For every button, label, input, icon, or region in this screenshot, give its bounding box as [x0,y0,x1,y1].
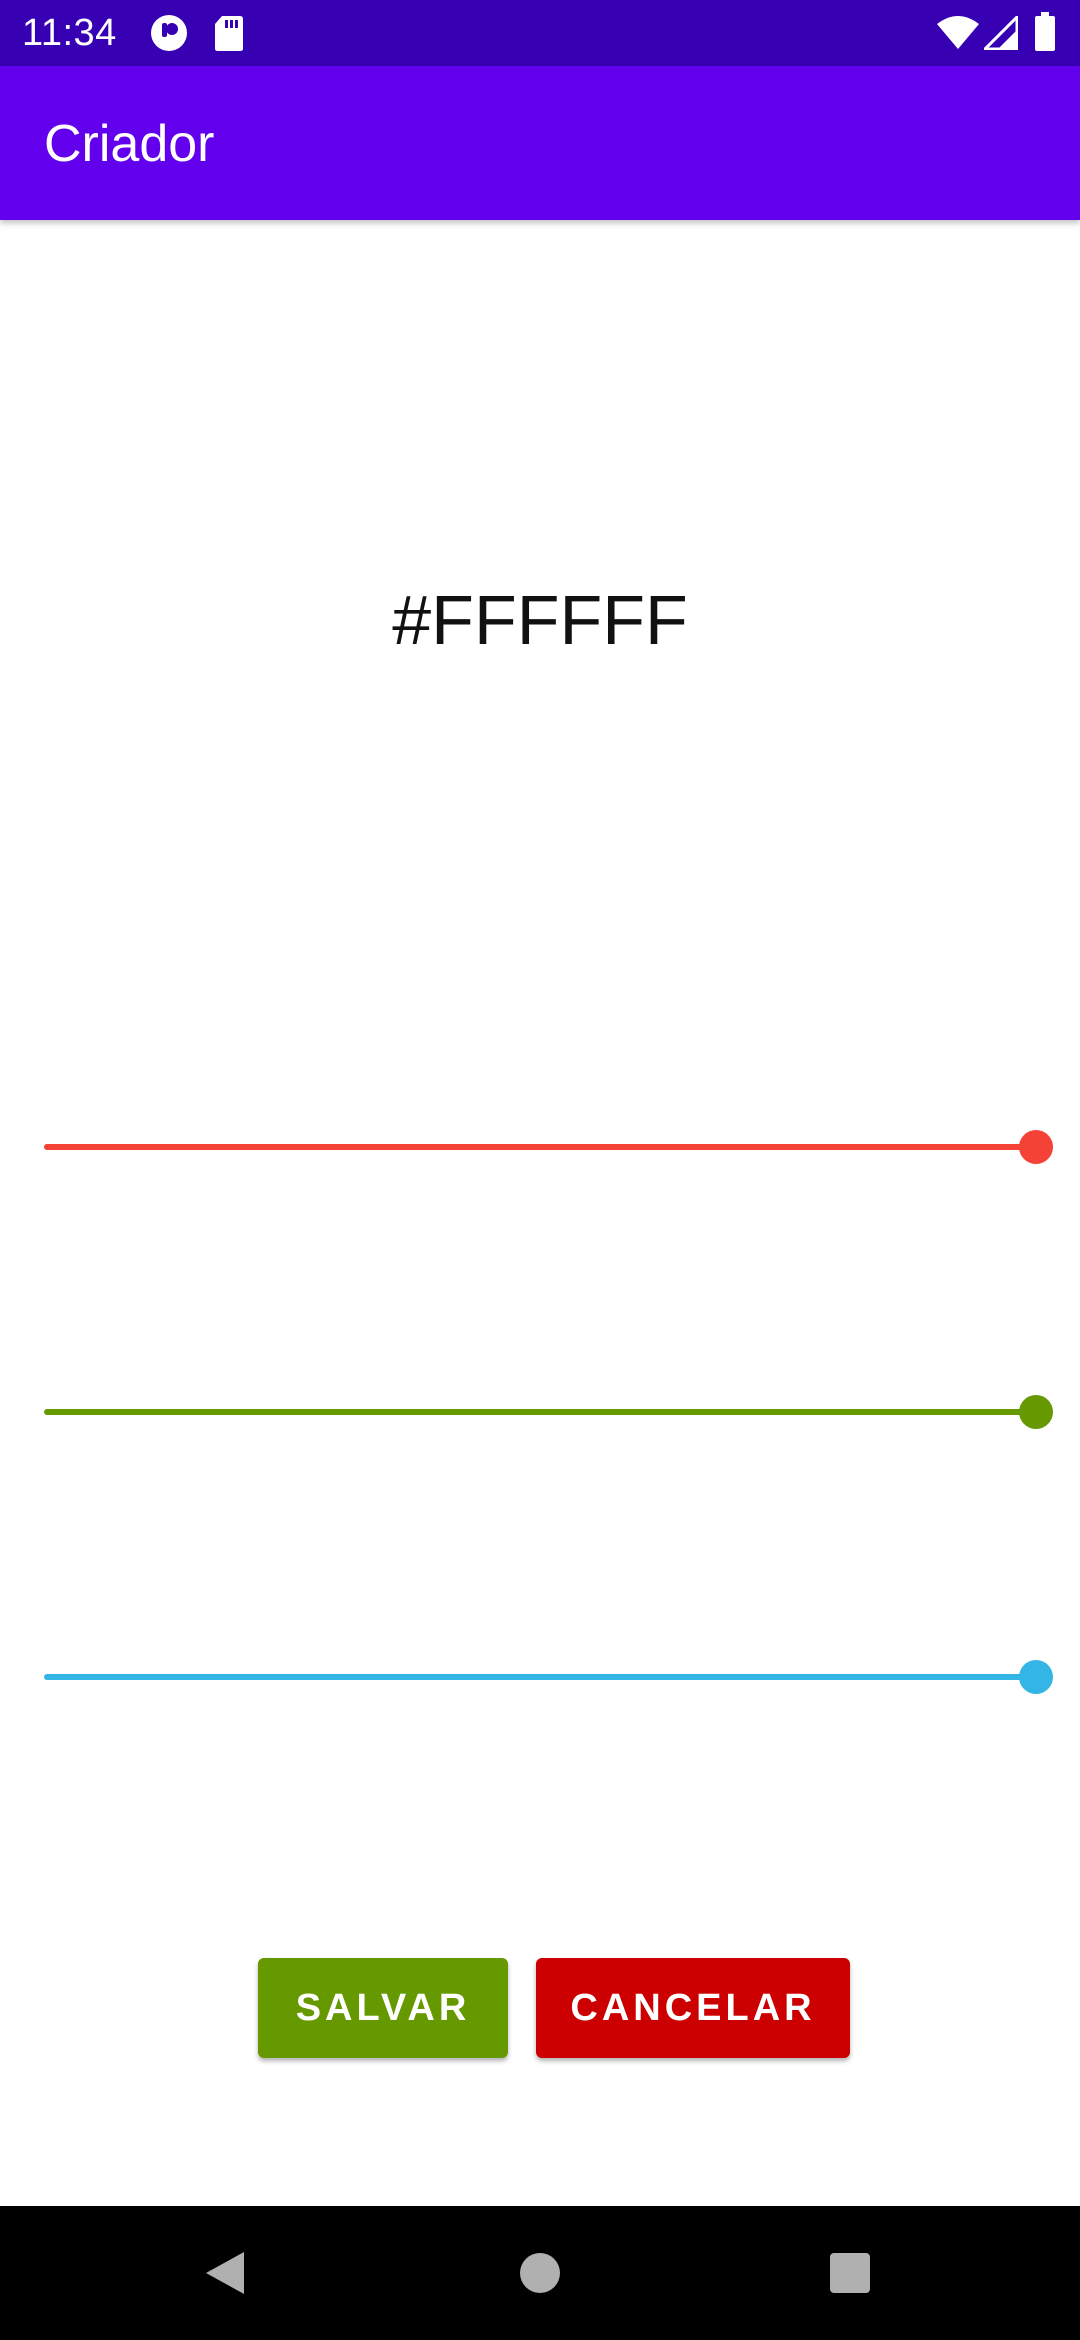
save-button-label: SALVAR [295,1986,471,2029]
red-slider[interactable] [44,1117,1053,1177]
wifi-icon [936,16,980,55]
app-title: Criador [44,115,215,173]
red-slider-thumb[interactable] [1019,1130,1053,1164]
green-slider[interactable] [44,1382,1053,1442]
app-bar: Criador [0,66,1080,220]
green-slider-track[interactable] [44,1409,1036,1415]
cancel-button-label: CANCELAR [570,1986,816,2029]
blue-slider[interactable] [44,1647,1053,1707]
back-icon [206,2252,244,2294]
cell-signal-icon [981,13,1019,55]
green-slider-thumb[interactable] [1019,1395,1053,1429]
blue-slider-thumb[interactable] [1019,1660,1053,1694]
recents-icon [830,2253,870,2293]
recents-button[interactable] [805,2228,895,2318]
battery-icon [1034,12,1056,57]
home-icon [520,2253,560,2293]
cancel-button[interactable]: CANCELAR [536,1958,850,2058]
red-slider-track[interactable] [44,1144,1036,1150]
blue-slider-track[interactable] [44,1674,1036,1680]
sd-card-icon [214,14,244,57]
status-time: 11:34 [22,12,117,54]
app-notification-icon [150,14,188,57]
save-button[interactable]: SALVAR [258,1958,508,2058]
back-button[interactable] [180,2228,270,2318]
screen: 11:34 Criador #FFFFFF SALVAR CANCELAR [0,0,1080,2340]
status-bar: 11:34 [0,0,1080,66]
home-button[interactable] [495,2228,585,2318]
hex-color-label: #FFFFFF [392,581,688,659]
navigation-bar [0,2206,1080,2340]
